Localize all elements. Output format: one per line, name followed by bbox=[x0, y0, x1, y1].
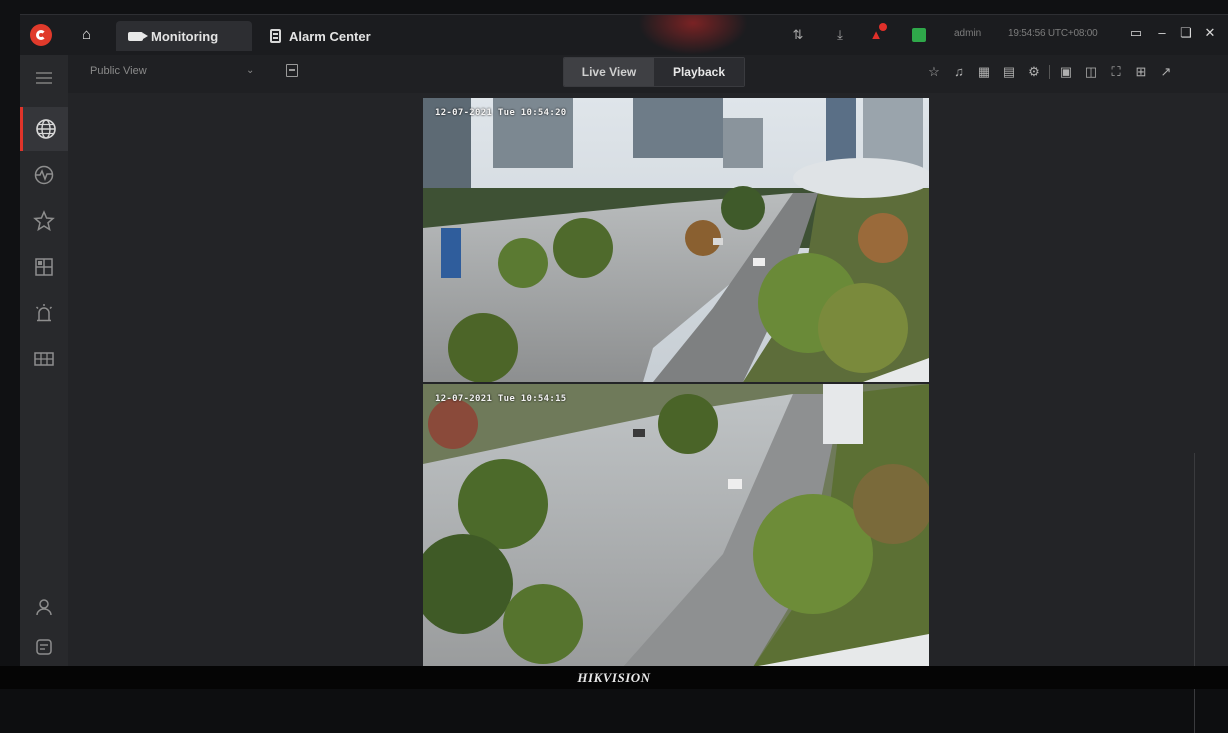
audio-icon[interactable]: ♫ bbox=[949, 63, 969, 81]
camera-osd-timestamp: 12-07-2021 Tue 10:54:20 bbox=[435, 108, 567, 118]
restore-icon[interactable]: ❏ bbox=[1178, 25, 1194, 41]
settings-icon[interactable]: ⚙ bbox=[1024, 63, 1044, 81]
sidebar-item-account[interactable] bbox=[20, 585, 68, 629]
window-division-icon[interactable]: ▣ bbox=[1056, 63, 1076, 81]
alarm-light-icon bbox=[35, 304, 53, 322]
minimize-icon[interactable]: – bbox=[1154, 25, 1170, 40]
username[interactable]: admin bbox=[954, 28, 981, 39]
alarm-center-icon bbox=[270, 29, 281, 43]
view-list-icon[interactable] bbox=[286, 64, 298, 77]
view-selector[interactable]: Public View bbox=[90, 65, 147, 77]
brand-logo: HIKVISION bbox=[577, 670, 651, 685]
alarm-bell-icon[interactable]: ▲ bbox=[868, 23, 887, 43]
capture-icon[interactable]: ▦ bbox=[974, 63, 994, 81]
app-logo-icon bbox=[30, 24, 52, 46]
scroll-track[interactable] bbox=[1194, 453, 1195, 733]
alarm-glow bbox=[638, 15, 748, 55]
lock-icon[interactable]: ▭ bbox=[1128, 25, 1144, 41]
screen-frame: ⌂ Monitoring Alarm Center ⇅ ⤓ ▲ admin 19… bbox=[0, 0, 1228, 733]
star-icon bbox=[33, 210, 55, 232]
split-screen-icon[interactable]: ◫ bbox=[1081, 63, 1101, 81]
toolbar-divider bbox=[1049, 65, 1050, 79]
video-window-1[interactable]: 12-07-2021 Tue 10:54:20 bbox=[423, 98, 929, 382]
sidebar-item-live-view[interactable] bbox=[20, 107, 68, 151]
mode-switch: Live View Playback bbox=[563, 57, 745, 87]
title-bar: ⌂ Monitoring Alarm Center ⇅ ⤓ ▲ admin 19… bbox=[20, 15, 1228, 55]
tab-monitoring[interactable]: Monitoring bbox=[116, 21, 252, 51]
sidebar-item-system[interactable] bbox=[20, 625, 68, 669]
tab-alarm-center[interactable]: Alarm Center bbox=[258, 21, 388, 51]
status-icon[interactable] bbox=[912, 28, 926, 42]
layout-grid-icon bbox=[35, 258, 53, 276]
user-icon bbox=[36, 599, 52, 616]
system-settings-icon bbox=[36, 639, 52, 655]
sidebar-item-health[interactable] bbox=[20, 153, 68, 197]
health-monitor-icon bbox=[34, 165, 54, 185]
live-view-button[interactable]: Live View bbox=[564, 58, 654, 86]
video-wall-icon bbox=[34, 352, 54, 366]
video-window-2[interactable]: 12-07-2021 Tue 10:54:15 bbox=[423, 384, 929, 667]
external-window-icon[interactable]: ↗ bbox=[1156, 63, 1176, 81]
record-icon[interactable]: ▤ bbox=[999, 63, 1019, 81]
camera-feed-2 bbox=[423, 384, 929, 667]
sidebar-item-alarm[interactable] bbox=[20, 291, 68, 335]
camera-feed-1 bbox=[423, 98, 929, 382]
camera-osd-timestamp: 12-07-2021 Tue 10:54:15 bbox=[435, 394, 567, 404]
favorite-star-icon[interactable]: ☆ bbox=[924, 63, 944, 81]
menu-icon[interactable] bbox=[36, 72, 52, 84]
chevron-down-icon[interactable]: ⌄ bbox=[246, 65, 254, 76]
live-view-area[interactable]: 12-07-2021 Tue 10:54:20 12-07-2021 Tue 1… bbox=[68, 93, 1228, 733]
system-clock: 19:54:56 UTC+08:00 bbox=[1008, 28, 1098, 39]
app-window: ⌂ Monitoring Alarm Center ⇅ ⤓ ▲ admin 19… bbox=[20, 14, 1228, 733]
camera-icon bbox=[128, 31, 148, 41]
notification-badge bbox=[879, 23, 887, 31]
fullscreen-icon[interactable]: ⛶ bbox=[1106, 63, 1126, 81]
tab-label: Alarm Center bbox=[289, 28, 371, 44]
playback-button[interactable]: Playback bbox=[654, 58, 744, 86]
sidebar-item-favorites[interactable] bbox=[20, 199, 68, 243]
left-sidebar bbox=[20, 55, 68, 667]
close-icon[interactable]: ✕ bbox=[1202, 25, 1218, 41]
download-icon[interactable]: ⤓ bbox=[832, 27, 848, 43]
sidebar-item-layout[interactable] bbox=[20, 245, 68, 289]
title-tools: ⇅ ⤓ ▲ bbox=[790, 23, 926, 44]
globe-icon bbox=[35, 119, 56, 139]
transfer-icon[interactable]: ⇅ bbox=[790, 27, 806, 43]
pop-out-icon[interactable]: ⊞ bbox=[1131, 63, 1151, 81]
footer-bar: HIKVISION bbox=[0, 666, 1228, 689]
tab-label: Monitoring bbox=[151, 28, 219, 44]
home-icon[interactable]: ⌂ bbox=[82, 27, 98, 43]
sidebar-item-video-wall[interactable] bbox=[20, 337, 68, 381]
view-tools: ☆ ♫ ▦ ▤ ⚙ ▣ ◫ ⛶ ⊞ ↗ bbox=[924, 63, 1181, 81]
